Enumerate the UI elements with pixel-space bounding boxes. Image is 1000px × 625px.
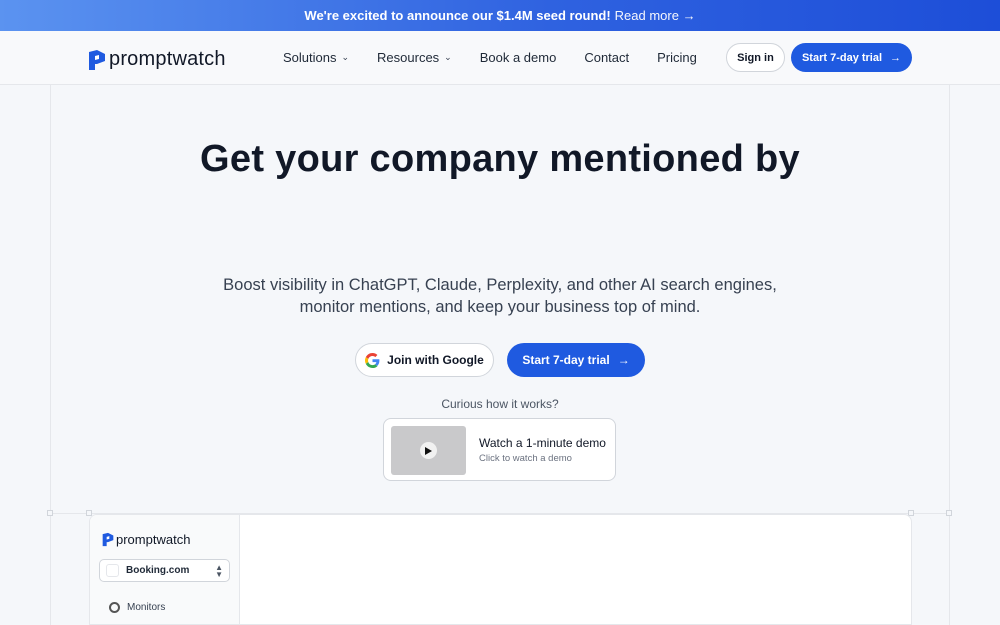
app-logo-wordmark: promptwatch [116,532,191,547]
nav-item-book-demo[interactable]: Book a demo [480,50,557,65]
announcement-bar[interactable]: We're excited to announce our $1.4M seed… [0,0,1000,31]
demo-title: Watch a 1-minute demo [479,436,606,450]
nav-item-label: Contact [584,50,630,65]
play-icon [420,442,437,459]
top-navigation: promptwatch Solutions ⌄ Resources ⌄ Book… [0,31,1000,85]
announcement-text: We're excited to announce our $1.4M seed… [304,8,611,23]
nav-item-solutions[interactable]: Solutions ⌄ [283,50,349,65]
sign-in-button[interactable]: Sign in [726,43,785,72]
chevron-down-icon: ⌄ [341,52,350,62]
join-with-google-button[interactable]: Join with Google [355,343,494,377]
nav-item-label: Resources [377,50,440,65]
start-trial-button-nav[interactable]: Start 7-day trial → [791,43,912,72]
hero-subtitle: Boost visibility in ChatGPT, Claude, Per… [200,274,800,318]
nav-item-resources[interactable]: Resources ⌄ [377,50,452,65]
app-sidebar: promptwatch Booking.com ▲ ▼ Monitors [90,515,240,624]
site-selector[interactable]: Booking.com ▲ ▼ [99,559,230,582]
corner-marker [47,510,53,516]
demo-thumbnail[interactable] [391,426,466,475]
app-preview: promptwatch Booking.com ▲ ▼ Monitors [89,514,912,625]
hero-title: Get your company mentioned by [200,138,800,180]
demo-subtitle: Click to watch a demo [479,453,572,464]
announcement-read-more-link[interactable]: Read more → [615,8,696,23]
sidebar-item-monitors[interactable]: Monitors [99,597,230,617]
monitor-icon [109,601,120,613]
nav-item-contact[interactable]: Contact [584,50,629,65]
arrow-right-icon: → [890,51,902,64]
logo[interactable]: promptwatch [88,48,226,71]
watch-demo-card[interactable]: Watch a 1-minute demo Click to watch a d… [383,418,616,481]
sign-in-label: Sign in [737,51,774,64]
nav-item-label: Book a demo [479,50,557,65]
arrow-right-icon: → [617,353,630,367]
updown-chevron-icon: ▲ ▼ [215,562,223,579]
google-button-label: Join with Google [387,353,484,367]
main-menu: Solutions ⌄ Resources ⌄ Book a demo Cont… [283,50,725,65]
hero-subtitle-line: monitor mentions, and keep your business… [299,298,701,316]
curious-text: Curious how it works? [441,397,559,411]
corner-marker [946,510,952,516]
trial-label: Start 7-day trial [801,51,883,64]
sidebar-item-label: Monitors [127,601,166,613]
start-trial-button-hero[interactable]: Start 7-day trial → [507,343,645,377]
logo-wordmark: promptwatch [109,48,226,70]
hero-subtitle-line: Boost visibility in ChatGPT, Claude, Per… [223,276,777,294]
nav-item-label: Pricing [657,50,697,65]
nav-item-label: Solutions [283,50,337,65]
promptwatch-logo-icon [89,49,105,70]
promptwatch-logo-icon [102,532,114,547]
nav-item-pricing[interactable]: Pricing [657,50,697,65]
chevron-down-icon: ⌄ [444,52,452,62]
site-favicon [106,564,119,577]
app-logo: promptwatch [102,532,190,547]
google-icon [365,352,380,368]
site-selector-value: Booking.com [126,565,190,576]
trial-label: Start 7-day trial [522,353,610,367]
